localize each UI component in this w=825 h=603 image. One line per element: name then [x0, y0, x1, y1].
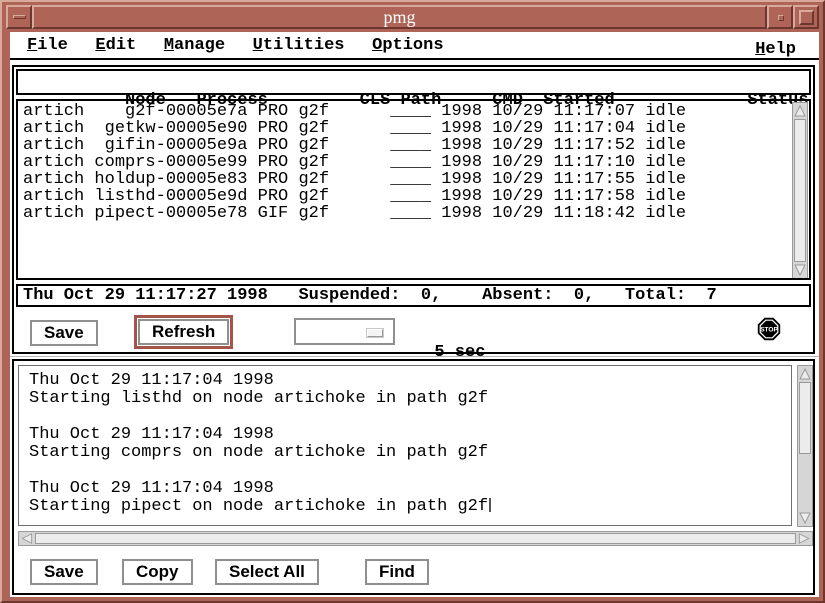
- text-cursor: [489, 498, 491, 512]
- copy-button[interactable]: Copy: [122, 559, 193, 585]
- log-box[interactable]: Thu Oct 29 11:17:04 1998 Starting listhd…: [18, 365, 792, 526]
- minimize-button[interactable]: [767, 5, 793, 29]
- process-list-vscrollbar[interactable]: [792, 102, 808, 279]
- log-panel: Thu Oct 29 11:17:04 1998 Starting listhd…: [12, 359, 815, 595]
- window-title: pmg: [32, 5, 767, 29]
- menu-file[interactable]: File: [18, 32, 77, 55]
- process-row[interactable]: artich g2f-00005e7a PRO g2f ____ 1998 10…: [18, 103, 791, 120]
- maximize-button[interactable]: [793, 5, 819, 29]
- scroll-down-icon[interactable]: [793, 263, 807, 277]
- minimize-icon: [778, 15, 784, 21]
- stop-button[interactable]: STOP: [757, 317, 781, 341]
- save-button[interactable]: Save: [30, 320, 98, 346]
- log-hscrollbar[interactable]: [18, 531, 813, 546]
- hscroll-thumb[interactable]: [35, 533, 796, 544]
- process-toolbar: Save Refresh 5 sec STOP: [14, 312, 813, 354]
- select-all-button[interactable]: Select All: [215, 559, 319, 585]
- scroll-up-icon[interactable]: [793, 104, 807, 118]
- process-row[interactable]: artich comprs-00005e99 PRO g2f ____ 1998…: [18, 154, 791, 171]
- scroll-right-icon[interactable]: [797, 532, 811, 545]
- vscroll-thumb[interactable]: [799, 382, 811, 454]
- panel-separator: [10, 356, 819, 357]
- process-row[interactable]: artich listhd-00005e9d PRO g2f ____ 1998…: [18, 188, 791, 205]
- process-row[interactable]: artich holdup-00005e83 PRO g2f ____ 1998…: [18, 171, 791, 188]
- log-vscrollbar[interactable]: [797, 365, 813, 527]
- stop-icon-label: STOP: [760, 327, 778, 334]
- menu-manage[interactable]: Manage: [155, 32, 234, 55]
- menu-utilities[interactable]: Utilities: [244, 32, 354, 55]
- menubar: File Edit Manage Utilities Options Help: [10, 32, 819, 60]
- client-area: File Edit Manage Utilities Options Help …: [10, 32, 819, 597]
- scroll-up-icon[interactable]: [798, 367, 812, 381]
- process-table-header: Node Process CLS Path CMD Started Status: [16, 69, 811, 95]
- process-list-box: artich g2f-00005e7a PRO g2f ____ 1998 10…: [16, 99, 811, 280]
- log-text: Thu Oct 29 11:17:04 1998 Starting listhd…: [19, 366, 791, 516]
- refresh-button[interactable]: Refresh: [138, 319, 229, 345]
- log-toolbar: Save Copy Select All Find: [14, 557, 813, 593]
- status-line: Thu Oct 29 11:17:27 1998 Suspended: 0, A…: [16, 284, 811, 307]
- interval-dropdown[interactable]: 5 sec: [294, 318, 395, 345]
- maximize-icon: [799, 10, 814, 25]
- scroll-down-icon[interactable]: [798, 511, 812, 525]
- stop-sign-icon: STOP: [757, 317, 781, 341]
- process-row[interactable]: artich pipect-00005e78 GIF g2f ____ 1998…: [18, 205, 791, 222]
- log-save-button[interactable]: Save: [30, 559, 98, 585]
- menu-options[interactable]: Options: [363, 32, 452, 55]
- process-row[interactable]: artich getkw-00005e90 PRO g2f ____ 1998 …: [18, 120, 791, 137]
- process-row[interactable]: artich gifin-00005e9a PRO g2f ____ 1998 …: [18, 137, 791, 154]
- app-window: pmg File Edit Manage Utilities Options H…: [0, 0, 825, 603]
- titlebar[interactable]: pmg: [6, 5, 819, 29]
- process-list: artich g2f-00005e7a PRO g2f ____ 1998 10…: [18, 103, 791, 222]
- option-menu-indicator-icon: [367, 329, 383, 337]
- window-menu-button[interactable]: [6, 5, 32, 29]
- menu-edit[interactable]: Edit: [86, 32, 145, 55]
- process-panel: Node Process CLS Path CMD Started Status…: [12, 65, 815, 354]
- menu-help[interactable]: Help: [746, 36, 805, 59]
- window-menu-dash-icon: [13, 15, 26, 19]
- scroll-left-icon[interactable]: [20, 532, 34, 545]
- refresh-button-default-ring: Refresh: [134, 315, 233, 349]
- vscroll-thumb[interactable]: [794, 119, 806, 262]
- find-button[interactable]: Find: [365, 559, 429, 585]
